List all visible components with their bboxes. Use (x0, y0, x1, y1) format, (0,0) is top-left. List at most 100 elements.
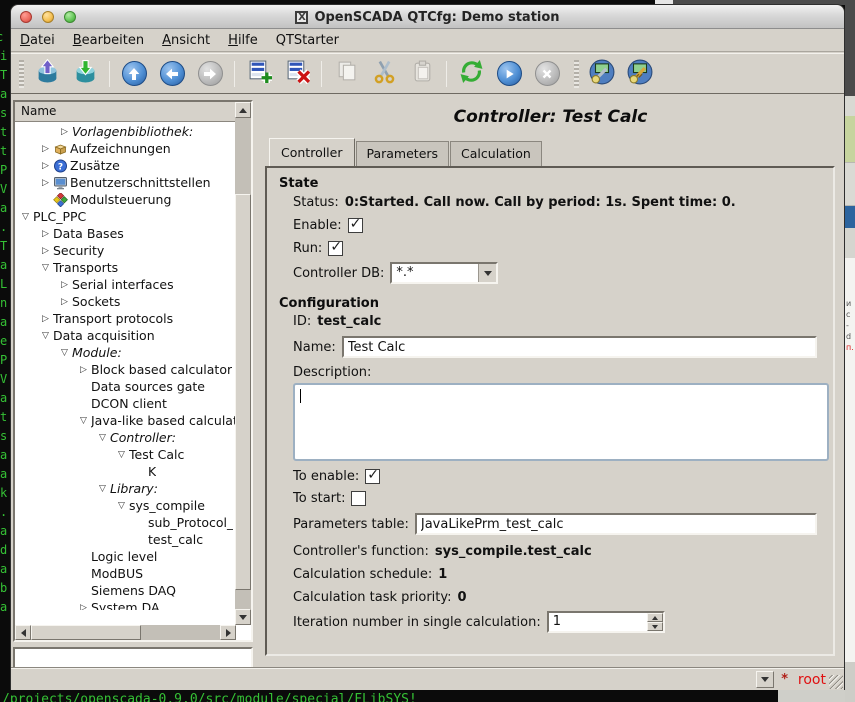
tree-item-sys-compile[interactable]: ▽sys_compile (15, 497, 236, 514)
background-fragment (778, 690, 855, 702)
cut-item-button[interactable] (368, 58, 400, 90)
collapse-down-icon[interactable]: ▽ (95, 484, 110, 494)
tree-item-test-calc[interactable]: ▽Test Calc (15, 446, 236, 463)
tree-item-transport-protocols[interactable]: ▷Transport protocols (15, 310, 236, 327)
add-item-button[interactable] (243, 58, 275, 90)
delete-item-button[interactable] (281, 58, 313, 90)
scroll-up-button[interactable] (235, 102, 251, 118)
tree-item-aufzeichnungen[interactable]: ▷Aufzeichnungen (15, 140, 236, 157)
tree-item-transports[interactable]: ▽Transports (15, 259, 236, 276)
name-input[interactable] (342, 336, 817, 358)
tree-item-vorlagenbibliothek[interactable]: ▷Vorlagenbibliothek: (15, 123, 236, 140)
tree-item-sockets[interactable]: ▷Sockets (15, 293, 236, 310)
tab-calculation[interactable]: Calculation (450, 141, 542, 166)
tree-item-controller-group[interactable]: ▽Controller: (15, 429, 236, 446)
tree-item-modbus[interactable]: ModBUS (15, 565, 236, 582)
toolbar-grip[interactable] (574, 60, 579, 88)
tree-item-benutzerschnittstellen[interactable]: ▷Benutzerschnittstellen (15, 174, 236, 191)
load-from-db-button[interactable] (31, 58, 63, 90)
tree-column-header[interactable]: Name (15, 102, 236, 122)
expand-right-icon[interactable]: ▷ (38, 229, 53, 239)
expand-right-icon[interactable]: ▷ (38, 161, 53, 171)
tree-item-dcon-client[interactable]: DCON client (15, 395, 236, 412)
expand-right-icon[interactable]: ▷ (76, 603, 91, 611)
iteration-spinbox[interactable]: 1 (547, 611, 665, 633)
scroll-right-button[interactable] (220, 625, 236, 640)
qtstarter-configurator-button[interactable] (586, 58, 618, 90)
dropdown-arrow-icon[interactable] (478, 264, 496, 282)
tab-controller[interactable]: Controller (269, 138, 355, 166)
expand-right-icon[interactable]: ▷ (57, 127, 72, 137)
collapse-down-icon[interactable]: ▽ (38, 331, 53, 341)
horizontal-scrollbar[interactable] (15, 625, 236, 640)
to-enable-checkbox[interactable] (365, 469, 380, 484)
tree-item-security[interactable]: ▷Security (15, 242, 236, 259)
tree-item-k[interactable]: K (15, 463, 236, 480)
tree-item-system-da[interactable]: ▷System DA (15, 599, 236, 610)
tree-item-plc-ppc[interactable]: ▽PLC_PPC (15, 208, 236, 225)
toolbar-grip[interactable] (19, 60, 24, 88)
collapse-down-icon[interactable]: ▽ (76, 416, 91, 426)
tree-item-data-bases[interactable]: ▷Data Bases (15, 225, 236, 242)
clipboard-icon (410, 59, 435, 88)
tree-item-module[interactable]: ▽Module: (15, 344, 236, 361)
horizontal-scrollbar-thumb[interactable] (31, 625, 141, 640)
vertical-scrollbar[interactable] (235, 102, 251, 625)
collapse-down-icon[interactable]: ▽ (114, 450, 129, 460)
description-textarea[interactable] (293, 383, 829, 461)
tree-item-test-calc-function[interactable]: test_calc (15, 531, 236, 548)
scroll-down-button[interactable] (235, 609, 251, 625)
start-button[interactable] (493, 58, 525, 90)
vertical-scrollbar-thumb[interactable] (235, 194, 251, 590)
save-to-db-button[interactable] (69, 58, 101, 90)
back-arrow-icon (160, 61, 185, 86)
menu-bearbeiten[interactable]: Bearbeiten (64, 31, 153, 50)
collapse-down-icon[interactable]: ▽ (38, 263, 53, 273)
refresh-button[interactable] (455, 58, 487, 90)
collapse-down-icon[interactable]: ▽ (57, 348, 72, 358)
collapse-down-icon[interactable]: ▽ (18, 212, 33, 222)
controller-db-select[interactable]: *.* (390, 262, 498, 284)
spin-down-button[interactable] (647, 622, 663, 631)
titlebar[interactable]: X OpenSCADA QTCfg: Demo station (11, 5, 844, 29)
tab-parameters[interactable]: Parameters (356, 141, 450, 166)
enable-checkbox[interactable] (348, 218, 363, 233)
menu-datei[interactable]: Datei (11, 31, 64, 50)
go-up-button[interactable] (118, 58, 150, 90)
expand-right-icon[interactable]: ▷ (38, 246, 53, 256)
expand-right-icon[interactable]: ▷ (38, 178, 53, 188)
tree-item-data-acquisition[interactable]: ▽Data acquisition (15, 327, 236, 344)
params-table-input[interactable] (415, 513, 817, 535)
expand-right-icon[interactable]: ▷ (57, 297, 72, 307)
tree-item-data-sources-gate[interactable]: Data sources gate (15, 378, 236, 395)
tree-item-logic-level[interactable]: Logic level (15, 548, 236, 565)
resize-grip-icon[interactable] (829, 675, 843, 689)
to-start-checkbox[interactable] (351, 491, 366, 506)
expand-right-icon[interactable]: ▷ (76, 365, 91, 375)
tree-item-java-like-based-calculator[interactable]: ▽Java-like based calculator (15, 412, 236, 429)
paste-item-button (406, 58, 438, 90)
collapse-down-icon[interactable]: ▽ (95, 433, 110, 443)
run-checkbox[interactable] (328, 241, 343, 256)
tree-item-library-group[interactable]: ▽Library: (15, 480, 236, 497)
expand-right-icon[interactable]: ▷ (38, 144, 53, 154)
current-user[interactable]: root (798, 672, 826, 688)
collapse-down-icon[interactable]: ▽ (114, 501, 129, 511)
tree-item-siemens-daq[interactable]: Siemens DAQ (15, 582, 236, 599)
menu-qtstarter[interactable]: QTStarter (267, 31, 348, 50)
tree-item-sub-protocol[interactable]: sub_Protocol_ (15, 514, 236, 531)
menu-hilfe[interactable]: Hilfe (219, 31, 267, 50)
expand-right-icon[interactable]: ▷ (38, 314, 53, 324)
statusbar-dropdown-button[interactable] (756, 671, 774, 688)
tree-item-modulsteuerung[interactable]: Modulsteuerung (15, 191, 236, 208)
toolbar-separator (321, 61, 322, 87)
expand-right-icon[interactable]: ▷ (57, 280, 72, 290)
tree-item-block-based-calculator[interactable]: ▷Block based calculator (15, 361, 236, 378)
spin-up-button[interactable] (647, 613, 663, 622)
go-back-button[interactable] (156, 58, 188, 90)
qtstarter-vision-button[interactable] (624, 58, 656, 90)
tree-item-zusaetze[interactable]: ▷?Zusätze (15, 157, 236, 174)
menu-ansicht[interactable]: Ansicht (153, 31, 219, 50)
scroll-left-button[interactable] (15, 625, 31, 640)
tree-item-serial-interfaces[interactable]: ▷Serial interfaces (15, 276, 236, 293)
